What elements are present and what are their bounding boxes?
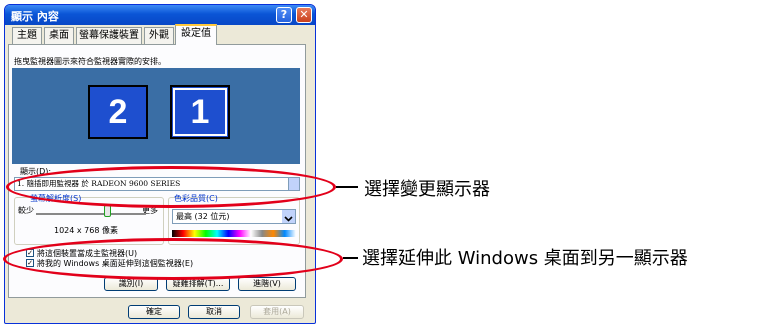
apply-button[interactable]: 套用(A) — [250, 305, 304, 319]
tab-appearance[interactable]: 外觀 — [144, 27, 174, 44]
callout-extend-desktop: 選擇延伸此 Windows 桌面到另一顯示器 — [362, 248, 688, 269]
resolution-slider-thumb[interactable] — [104, 205, 111, 217]
help-button[interactable]: ? — [276, 7, 292, 23]
instructions-text: 拖曳監視器圖示來符合監視器實際的安排。 — [14, 57, 166, 66]
title-bar[interactable]: 顯示 內容 ? ✕ — [5, 5, 315, 25]
advanced-button[interactable]: 進階(V) — [238, 277, 296, 291]
color-quality-dropdown[interactable]: 最高 (32 位元) — [172, 209, 296, 224]
resolution-slider-track[interactable] — [36, 213, 146, 215]
tab-desktop[interactable]: 桌面 — [44, 27, 74, 44]
tab-settings[interactable]: 設定值 — [175, 24, 217, 45]
color-spectrum-bar — [172, 230, 296, 237]
tab-screensaver[interactable]: 螢幕保護裝置 — [76, 27, 142, 44]
window-title: 顯示 內容 — [11, 10, 59, 23]
resolution-value: 1024 x 768 像素 — [54, 226, 118, 235]
monitor-1[interactable]: 1 — [170, 85, 230, 139]
display-highlight-ellipse — [6, 166, 336, 208]
monitor-arrangement-area — [12, 68, 300, 164]
monitor-2[interactable]: 2 — [88, 85, 148, 139]
close-button[interactable]: ✕ — [296, 7, 312, 23]
callout-line-extend — [343, 257, 358, 259]
resolution-less-label: 較少 — [18, 206, 34, 215]
checkbox-highlight-ellipse — [3, 238, 343, 280]
chevron-down-icon[interactable] — [282, 210, 295, 223]
tab-themes[interactable]: 主題 — [12, 27, 42, 44]
callout-change-display: 選擇變更顯示器 — [364, 179, 490, 200]
cancel-button[interactable]: 取消 — [188, 305, 240, 319]
ok-button[interactable]: 確定 — [128, 305, 180, 319]
callout-line-display — [336, 186, 358, 188]
